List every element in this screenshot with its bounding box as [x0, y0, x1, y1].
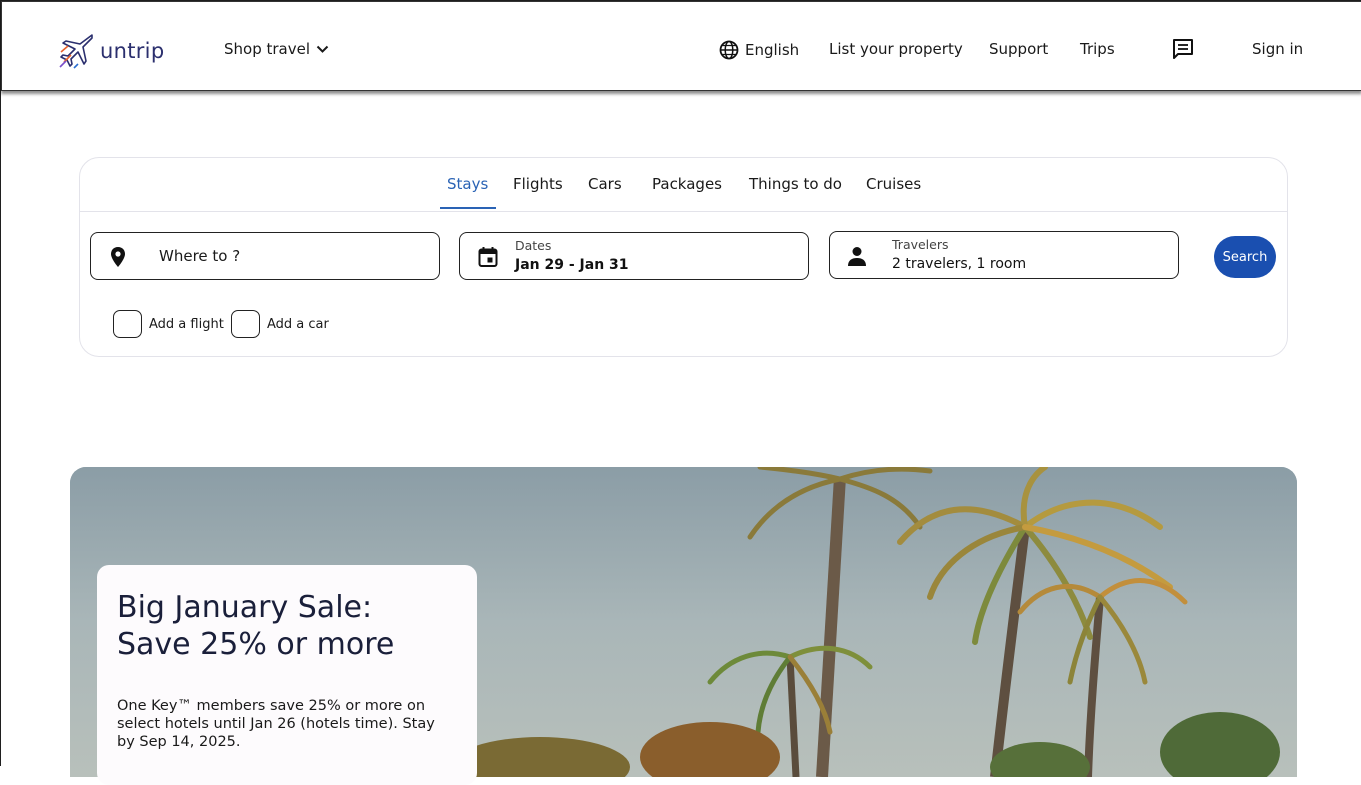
active-tab-indicator [440, 207, 496, 209]
brand-name: untrip [100, 39, 165, 63]
language-label: English [745, 41, 800, 59]
promo-title-line1: Big January Sale: [117, 590, 373, 625]
travelers-field[interactable]: Travelers 2 travelers, 1 room [829, 231, 1179, 279]
promo-title-line2: Save 25% or more [117, 627, 395, 662]
trips-link[interactable]: Trips [1080, 40, 1115, 58]
search-card: Stays Flights Cars Packages Things to do… [79, 157, 1288, 357]
list-property-link[interactable]: List your property [829, 40, 963, 58]
promo-title: Big January Sale: Save 25% or more [117, 589, 467, 663]
tab-cruises[interactable]: Cruises [866, 175, 921, 193]
globe-icon [719, 40, 739, 60]
promo-description: One Key™ members save 25% or more on sel… [117, 698, 435, 750]
checkbox-box[interactable] [231, 310, 260, 338]
add-car-checkbox[interactable]: Add a car [231, 310, 329, 338]
tab-things-to-do[interactable]: Things to do [749, 175, 842, 193]
destination-placeholder: Where to ? [159, 247, 241, 265]
tab-stays[interactable]: Stays [447, 175, 488, 193]
support-link[interactable]: Support [989, 40, 1048, 58]
promo-card[interactable]: Big January Sale: Save 25% or more One K… [97, 565, 477, 785]
page: untrip Shop travel English List your pro… [0, 0, 1361, 785]
tab-packages[interactable]: Packages [652, 175, 722, 193]
sign-in-link[interactable]: Sign in [1252, 40, 1303, 58]
chevron-down-icon [316, 45, 329, 54]
dates-field[interactable]: Dates Jan 29 - Jan 31 [459, 232, 809, 280]
language-selector[interactable]: English [719, 40, 799, 60]
calendar-icon [478, 246, 498, 268]
brand-logo[interactable]: untrip [58, 32, 164, 70]
add-car-label: Add a car [267, 316, 329, 332]
destination-input[interactable]: Where to ? [90, 232, 440, 280]
dates-label: Dates [515, 238, 552, 253]
travelers-label: Travelers [892, 237, 949, 252]
chat-icon [1172, 38, 1194, 64]
add-flight-checkbox[interactable]: Add a flight [113, 310, 224, 338]
chat-button[interactable] [1172, 38, 1194, 64]
shop-travel-menu[interactable]: Shop travel [224, 40, 329, 58]
person-icon [846, 245, 868, 267]
add-flight-label: Add a flight [149, 316, 224, 332]
shop-travel-label: Shop travel [224, 40, 311, 58]
checkbox-box[interactable] [113, 310, 142, 338]
tab-flights[interactable]: Flights [513, 175, 563, 193]
map-pin-icon [109, 246, 127, 268]
travelers-value: 2 travelers, 1 room [892, 256, 1027, 272]
airplane-logo-icon [58, 32, 96, 70]
site-header: untrip Shop travel English List your pro… [1, 1, 1361, 91]
search-tabs: Stays Flights Cars Packages Things to do… [80, 158, 1287, 212]
dates-value: Jan 29 - Jan 31 [515, 257, 629, 273]
tab-cars[interactable]: Cars [588, 175, 622, 193]
search-button[interactable]: Search [1214, 236, 1276, 278]
